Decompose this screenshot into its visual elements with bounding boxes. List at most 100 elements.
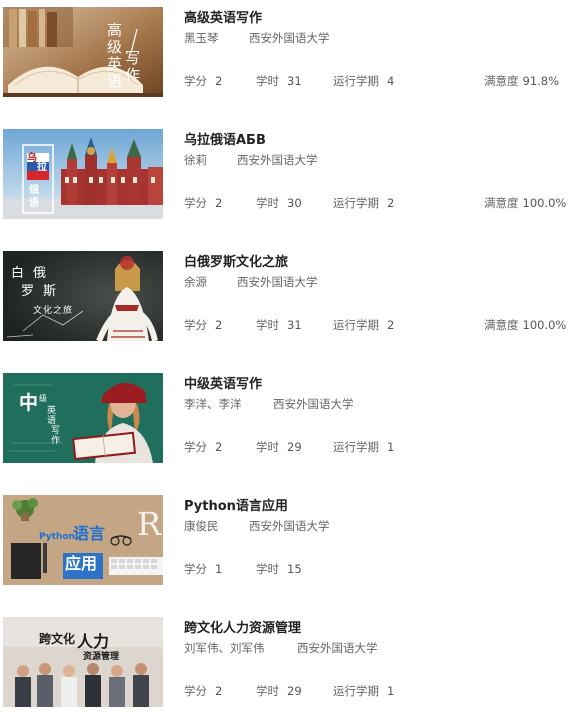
hours-value: 31 (287, 74, 302, 88)
course-title[interactable]: 乌拉俄语АБВ (184, 129, 266, 148)
course-school: 西安外国语大学 (273, 397, 354, 411)
thumb-title-glyph: 跨文化 (39, 631, 75, 646)
thumb-title-glyph: 化 (43, 304, 52, 316)
course-teacher: 余源 (184, 275, 207, 289)
term-label: 运行学期 (333, 74, 379, 88)
course-thumbnail[interactable]: Python 语言 应用 R (3, 495, 163, 585)
term-value: 2 (387, 196, 395, 210)
course-thumbnail[interactable]: 跨文化 人力 资源管理 (3, 617, 163, 707)
course-teacher: 徐莉 (184, 153, 207, 167)
satisfaction-stat: 满意度 100.0% (484, 195, 566, 211)
hours-value: 29 (287, 684, 302, 698)
course-card[interactable]: 白 俄 罗 斯 文 化 之 旅 白俄罗斯文化之旅 余源 西安外国语大学 学分 2 … (0, 244, 569, 344)
credits-label: 学分 (184, 318, 207, 332)
thumb-title-glyph: 俄 (28, 183, 39, 196)
thumb-title-glyph: 俄 (33, 266, 46, 281)
course-title[interactable]: Python语言应用 (184, 495, 288, 514)
thumb-title-glyph: 应用 (65, 554, 97, 573)
term-stat: 运行学期 2 (333, 195, 394, 211)
credits-stat: 学分 1 (184, 561, 222, 577)
credits-value: 2 (215, 318, 223, 332)
satisfaction-value: 100.0% (522, 318, 567, 332)
credits-value: 1 (215, 562, 223, 576)
thumb-title-glyph: 旅 (63, 304, 72, 316)
term-stat: 运行学期 1 (333, 683, 394, 699)
satisfaction-label: 满意度 (484, 318, 519, 332)
course-title[interactable]: 跨文化人力资源管理 (184, 617, 301, 636)
course-card[interactable]: 乌 拉 俄 语 乌拉俄语АБВ 徐莉 西安外国语大学 学分 2 学时 30 运行学期… (0, 122, 569, 222)
course-teacher: 黑玉琴 (184, 31, 219, 45)
thumb-title-glyph: 白 (11, 265, 24, 281)
course-thumbnail[interactable]: 乌 拉 俄 语 (3, 129, 163, 219)
satisfaction-stat: 满意度 100.0% (484, 317, 566, 333)
credits-label: 学分 (184, 562, 207, 576)
credits-stat: 学分 2 (184, 317, 222, 333)
satisfaction-label: 满意度 (484, 74, 519, 88)
thumb-title-glyph: Python (39, 532, 75, 542)
term-label: 运行学期 (333, 440, 379, 454)
credits-label: 学分 (184, 440, 207, 454)
thumb-title-glyph: 级 (107, 38, 122, 56)
course-teacher: 康俊民 (184, 519, 219, 533)
thumb-title-glyph: 斯 (43, 284, 56, 299)
hours-stat: 学时 31 (256, 73, 302, 89)
thumb-title-glyph: 写 (125, 49, 140, 67)
hours-value: 31 (287, 318, 302, 332)
thumb-title-glyph: 高 (107, 21, 122, 39)
thumb-title-glyph: 拉 (37, 160, 47, 173)
hours-label: 学时 (256, 74, 279, 88)
course-school: 西安外国语大学 (237, 275, 318, 289)
hours-value: 15 (287, 562, 302, 576)
course-card[interactable]: 跨文化 人力 资源管理 跨文化人力资源管理 刘军伟、刘军伟 西安外国语大学 学分… (0, 610, 569, 710)
term-value: 1 (387, 684, 395, 698)
thumb-title-glyph: 作 (51, 434, 60, 446)
thumb-title-glyph: 语 (29, 196, 39, 209)
credits-value: 2 (215, 440, 223, 454)
term-value: 1 (387, 440, 395, 454)
term-value: 2 (387, 318, 395, 332)
thumb-title-glyph: R (137, 505, 162, 543)
hours-value: 30 (287, 196, 302, 210)
course-title[interactable]: 高级英语写作 (184, 7, 262, 26)
satisfaction-stat: 满意度 91.8% (484, 73, 559, 89)
course-school: 西安外国语大学 (237, 153, 318, 167)
hours-label: 学时 (256, 440, 279, 454)
course-school: 西安外国语大学 (249, 31, 330, 45)
hours-value: 29 (287, 440, 302, 454)
hours-label: 学时 (256, 318, 279, 332)
term-label: 运行学期 (333, 684, 379, 698)
course-teacher: 李洋、李洋 (184, 397, 242, 411)
term-stat: 运行学期 4 (333, 73, 394, 89)
thumb-title-glyph: 语言 (73, 524, 105, 543)
thumb-title-glyph: 英 (47, 404, 56, 416)
course-thumbnail[interactable]: 白 俄 罗 斯 文 化 之 旅 (3, 251, 163, 341)
thumb-title-glyph: 人力 (77, 632, 109, 651)
term-value: 4 (387, 74, 395, 88)
hours-stat: 学时 29 (256, 439, 302, 455)
thumb-title-glyph: 资源管理 (83, 650, 119, 662)
thumb-title-glyph: 中 (19, 391, 38, 414)
hours-stat: 学时 29 (256, 683, 302, 699)
credits-stat: 学分 2 (184, 683, 222, 699)
course-card[interactable]: 高 级 英 语 写 作 高级英语写作 黑玉琴 西安外国语大学 学分 2 学时 31 … (0, 0, 569, 100)
course-title[interactable]: 白俄罗斯文化之旅 (184, 251, 288, 270)
hours-label: 学时 (256, 684, 279, 698)
term-stat: 运行学期 2 (333, 317, 394, 333)
course-school: 西安外国语大学 (249, 519, 330, 533)
credits-stat: 学分 2 (184, 73, 222, 89)
term-label: 运行学期 (333, 318, 379, 332)
course-thumbnail[interactable]: 中 级 英 语 写 作 (3, 373, 163, 463)
course-card[interactable]: 中 级 英 语 写 作 中级英语写作 李洋、李洋 西安外国语大学 学分 2 学时 2… (0, 366, 569, 466)
hours-stat: 学时 15 (256, 561, 302, 577)
thumb-title-glyph: 语 (107, 72, 122, 90)
thumb-title-glyph: 作 (125, 66, 140, 84)
course-school: 西安外国语大学 (297, 641, 378, 655)
satisfaction-value: 91.8% (522, 74, 560, 88)
term-stat: 运行学期 1 (333, 439, 394, 455)
thumb-title-glyph: 之 (53, 304, 62, 316)
hours-label: 学时 (256, 196, 279, 210)
course-title[interactable]: 中级英语写作 (184, 373, 262, 392)
course-card[interactable]: Python 语言 应用 R Python语言应用 康俊民 西安外国语大学 学分… (0, 488, 569, 588)
course-thumbnail[interactable]: 高 级 英 语 写 作 (3, 7, 163, 97)
thumb-title-glyph: 语 (47, 415, 56, 426)
